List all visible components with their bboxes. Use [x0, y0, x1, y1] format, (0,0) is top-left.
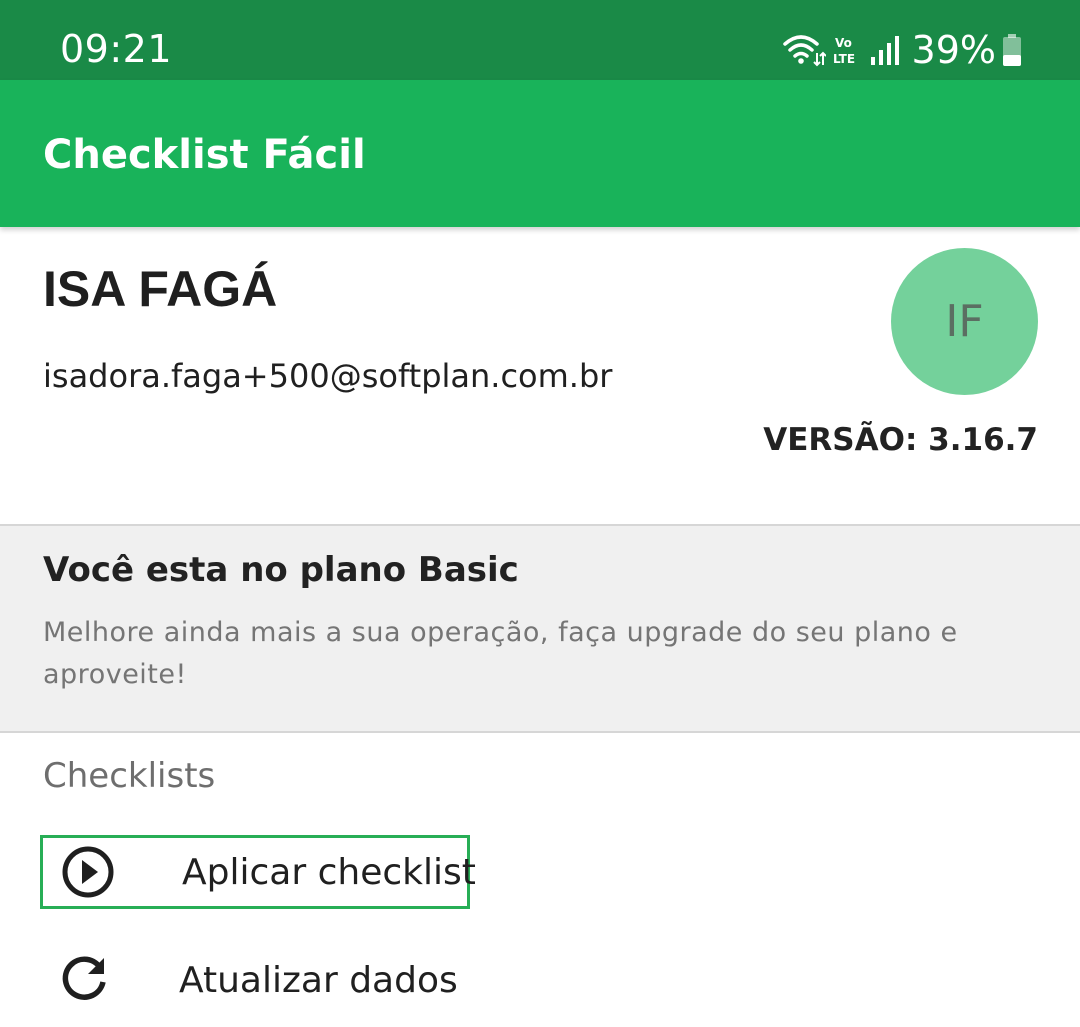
app-version: VERSÃO: 3.16.7	[763, 422, 1038, 458]
avatar[interactable]: IF	[891, 248, 1038, 395]
wifi-icon	[782, 33, 826, 67]
plan-banner[interactable]: Você esta no plano Basic Melhore ainda m…	[0, 524, 1080, 733]
app-title: Checklist Fácil	[43, 132, 366, 178]
plan-description: Melhore ainda mais a sua operação, faça …	[43, 617, 958, 690]
menu-item-apply-checklist[interactable]: Aplicar checklist	[40, 835, 476, 909]
plan-title: Você esta no plano Basic	[43, 550, 519, 590]
status-bar: 09:21 Vo LTE 39%	[0, 0, 1080, 80]
status-time: 09:21	[60, 27, 173, 71]
svg-text:Vo: Vo	[835, 36, 852, 50]
play-circle-icon	[60, 844, 116, 900]
section-label-checklists: Checklists	[43, 756, 216, 796]
refresh-icon	[57, 952, 113, 1008]
battery-percentage: 39%	[911, 28, 996, 72]
app-bar: Checklist Fácil	[0, 80, 1080, 227]
menu-item-label: Aplicar checklist	[182, 851, 476, 893]
status-icons: Vo LTE 39%	[782, 24, 1022, 76]
profile-header: ISA FAGÁ isadora.faga+500@softplan.com.b…	[0, 227, 1080, 524]
profile-email: isadora.faga+500@softplan.com.br	[43, 357, 613, 395]
menu-item-refresh-data[interactable]: Atualizar dados	[40, 943, 470, 1017]
profile-name: ISA FAGÁ	[43, 261, 278, 317]
battery-icon	[1002, 33, 1022, 67]
menu-item-label: Atualizar dados	[179, 959, 458, 1001]
volte-icon: Vo LTE	[832, 33, 862, 67]
signal-icon	[870, 33, 900, 67]
svg-text:LTE: LTE	[833, 52, 855, 66]
